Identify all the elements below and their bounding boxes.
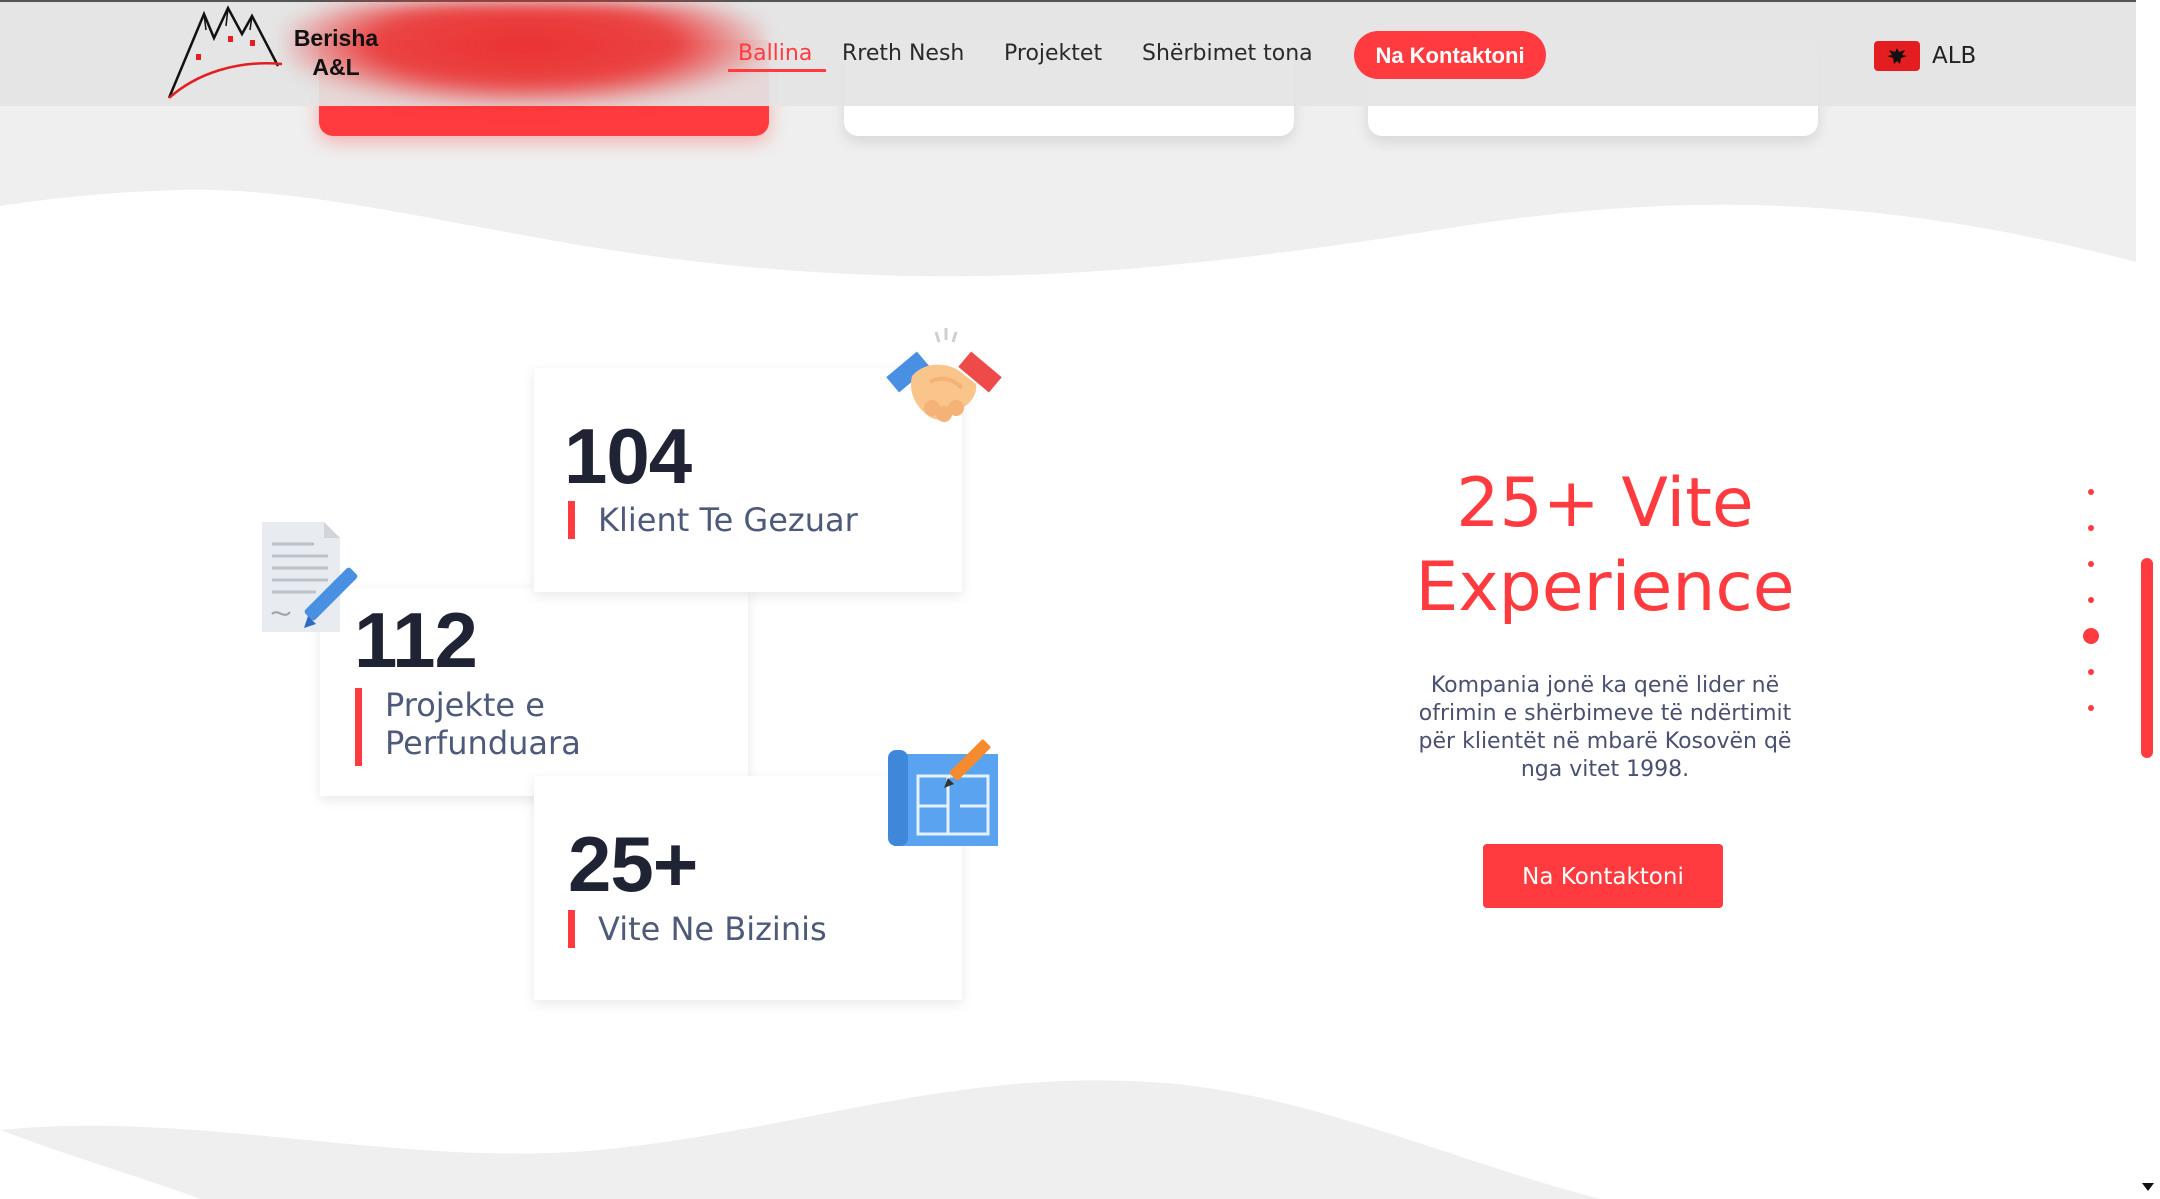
scroll-down-arrow-icon[interactable] (2140, 1180, 2156, 1194)
section-dot[interactable] (2088, 489, 2094, 495)
section-dot[interactable] (2088, 525, 2094, 531)
stat-number: 25+ (568, 820, 698, 908)
brand-name[interactable]: Berisha A&L (288, 24, 384, 82)
contract-icon (262, 522, 358, 632)
section-dot-active[interactable] (2083, 628, 2099, 644)
page: Berisha A&L Ballina Rreth Nesh Projektet… (0, 0, 2160, 1199)
logo-icon[interactable] (166, 4, 286, 102)
site-header: Berisha A&L Ballina Rreth Nesh Projektet… (0, 0, 2136, 106)
experience-description: Kompania jonë ka qenë lider në ofrimin e… (1418, 673, 1792, 782)
stat-accent-bar (355, 688, 362, 766)
albania-flag-icon (1874, 41, 1920, 71)
scrollbar-thumb[interactable] (2141, 558, 2153, 758)
nav-item-projektet[interactable]: Projektet (1004, 32, 1102, 76)
experience-title: 25+ Vite Experience (1415, 464, 1795, 627)
stat-label: Projekte e Perfunduara (385, 686, 581, 762)
brand-name-line1: Berisha (293, 25, 379, 51)
stat-accent-bar (568, 910, 575, 948)
language-label: ALB (1932, 43, 1977, 69)
contact-button-header[interactable]: Na Kontaktoni (1354, 31, 1546, 79)
section-dot[interactable] (2088, 705, 2094, 711)
section-dot[interactable] (2088, 561, 2094, 567)
contact-button[interactable]: Na Kontaktoni (1483, 844, 1723, 908)
stat-label: Vite Ne Bizinis (598, 910, 827, 948)
nav-item-rreth-nesh[interactable]: Rreth Nesh (842, 32, 964, 76)
section-dot[interactable] (2088, 669, 2094, 675)
stat-label: Klient Te Gezuar (598, 501, 858, 539)
handshake-icon (886, 328, 1002, 422)
nav-item-sherbimet[interactable]: Shërbimet tona (1142, 32, 1313, 76)
section-dot[interactable] (2088, 597, 2094, 603)
stat-number: 104 (564, 412, 692, 500)
stat-accent-bar (568, 501, 575, 539)
stat-card-projects: 112 Projekte e Perfunduara (320, 588, 748, 796)
nav-item-ballina[interactable]: Ballina (727, 32, 827, 76)
brand-name-line2: A&L (312, 54, 360, 80)
blueprint-icon (888, 739, 998, 846)
